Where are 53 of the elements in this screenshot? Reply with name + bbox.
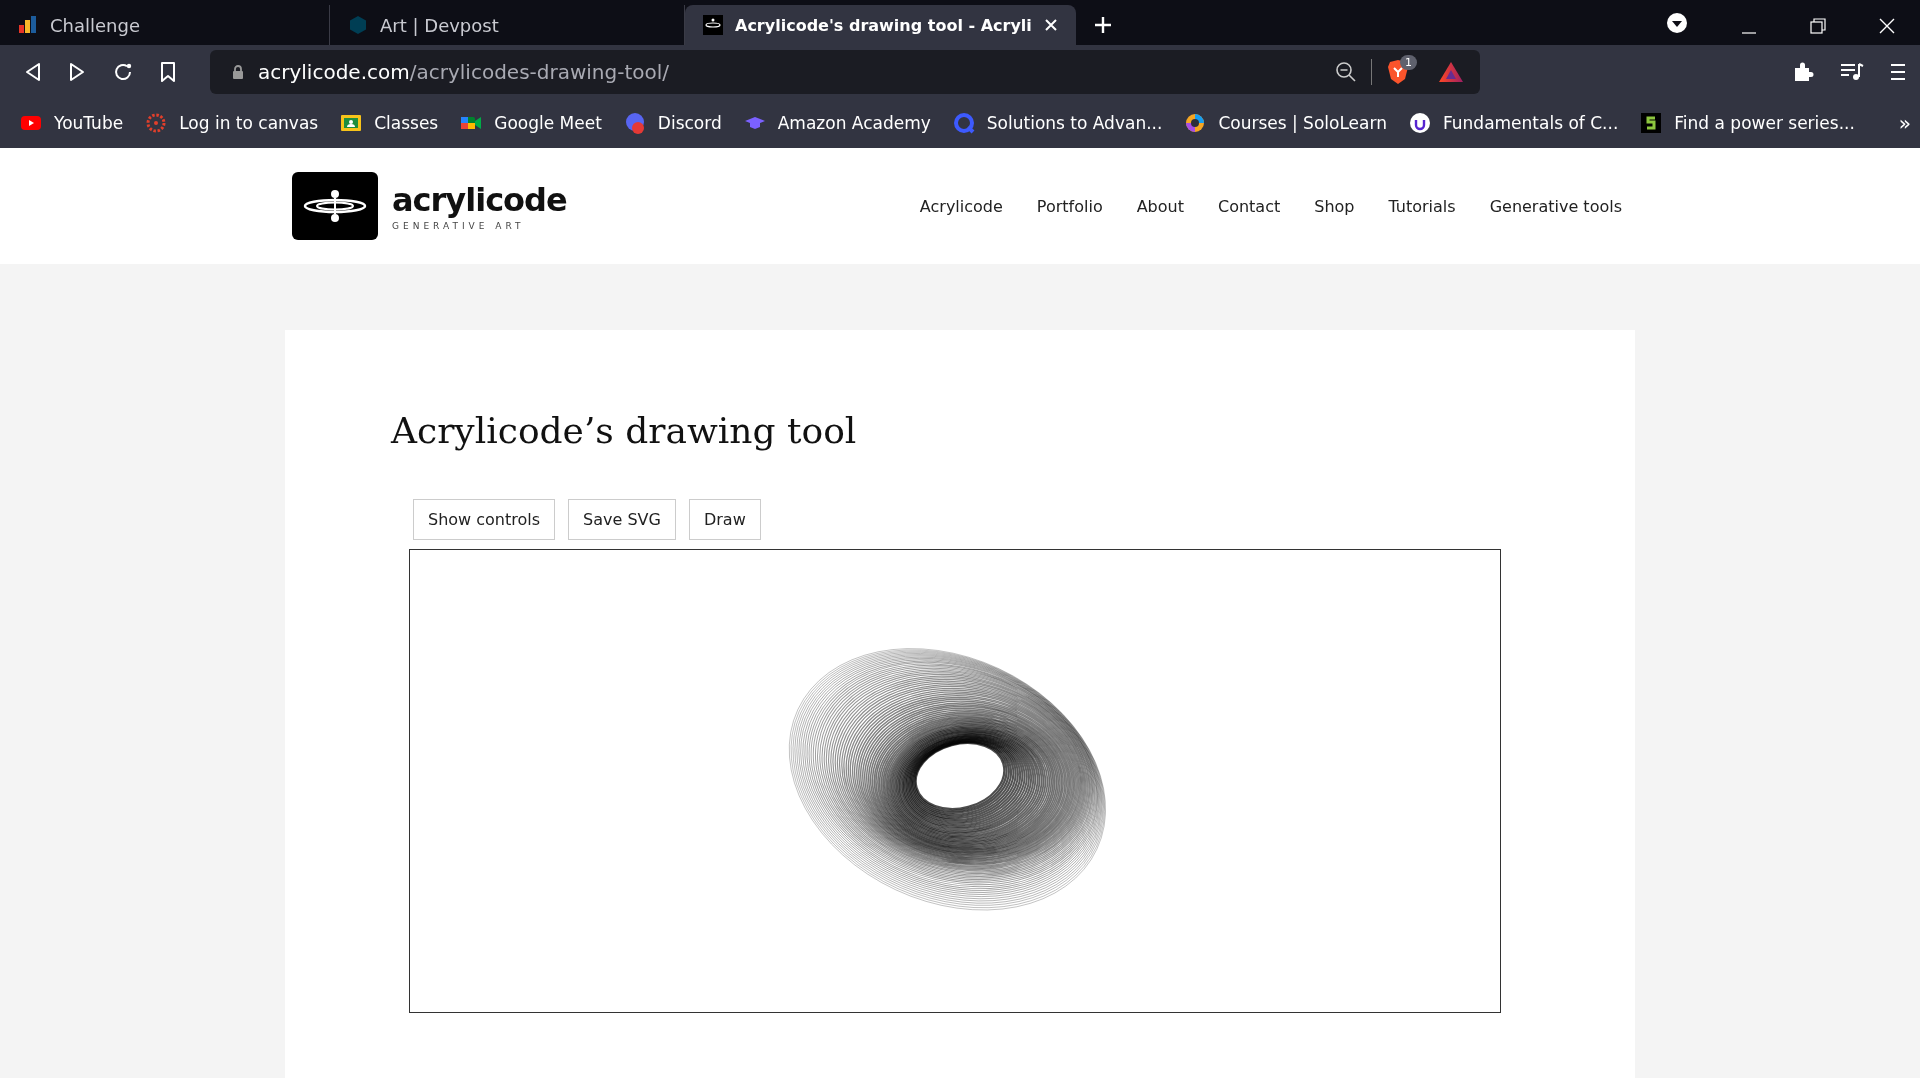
url-text: acrylicode.com/acrylicodes-drawing-tool/: [258, 59, 670, 84]
dotted-ring-icon: [145, 112, 168, 134]
bookmark-item[interactable]: Amazon Academy: [743, 112, 931, 134]
plus-icon: [1093, 16, 1112, 34]
logo-tagline: GENERATIVE ART: [392, 221, 526, 231]
ripple-logo-icon: [703, 15, 723, 35]
back-icon: [24, 61, 42, 82]
minimize-icon: [1741, 32, 1757, 34]
bookmark-icon: [160, 61, 176, 82]
bookmark-item[interactable]: Courses | SoloLearn: [1184, 112, 1387, 134]
nav-link[interactable]: Generative tools: [1489, 196, 1622, 216]
bookmark-item[interactable]: Fundamentals of C...: [1408, 112, 1619, 134]
u-circle-icon: [1408, 112, 1431, 134]
tool-button[interactable]: Save SVG: [568, 499, 676, 540]
bookmark-item[interactable]: Solutions to Advan...: [952, 112, 1163, 134]
close-icon: [1043, 18, 1058, 32]
nav-link[interactable]: Acrylicode: [919, 196, 1003, 216]
chat-badge-icon: [623, 112, 646, 134]
close-icon: [1879, 18, 1895, 34]
puzzle-piece-icon: [1792, 60, 1814, 83]
nav-link[interactable]: Tutorials: [1388, 196, 1456, 216]
zoom-out-icon: [1335, 60, 1357, 83]
tool-button[interactable]: Draw: [688, 499, 761, 540]
letter-square-icon: [1640, 112, 1663, 134]
restore-icon: [1810, 18, 1826, 34]
menu-icon: [1890, 61, 1906, 82]
more-bookmarks-button[interactable]: »: [1898, 111, 1912, 135]
shield-count-badge: 1: [1400, 54, 1417, 70]
bookmark-item[interactable]: Classes: [340, 112, 439, 134]
forward-icon: [68, 61, 86, 82]
tool-button[interactable]: Show controls: [413, 499, 556, 540]
bookmark-item[interactable]: YouTube: [20, 112, 124, 134]
bookmark-item[interactable]: Log in to canvas: [145, 112, 319, 134]
ripple-logo-icon: [292, 172, 378, 240]
logo-wordmark: acrylicode: [392, 181, 567, 219]
bookmark-item[interactable]: Google Meet: [460, 112, 602, 134]
page-title: Acrylicode’s drawing tool: [391, 410, 858, 451]
mlh-logo-icon: [18, 15, 38, 35]
nav-link[interactable]: Portfolio: [1036, 196, 1103, 216]
triangle-logo-icon: [1438, 60, 1464, 83]
nav-link[interactable]: Shop: [1314, 196, 1355, 216]
classroom-board-icon: [340, 112, 363, 134]
hexagon-icon: [348, 15, 368, 35]
browser-tab[interactable]: Acrylicode's drawing tool - Acryli: [685, 5, 1076, 45]
address-bar[interactable]: acrylicode.com/acrylicodes-drawing-tool/ 1: [210, 49, 1480, 94]
playlist-icon: [1840, 61, 1864, 82]
lock-icon: [232, 63, 244, 80]
bookmark-item[interactable]: Find a power series...: [1640, 112, 1855, 134]
bookmark-item[interactable]: Discord: [623, 112, 722, 134]
nav-link[interactable]: About: [1136, 196, 1184, 216]
ring-icon: [952, 112, 975, 134]
nav-link[interactable]: Contact: [1218, 196, 1281, 216]
dropdown-circle-icon: [1666, 12, 1688, 34]
